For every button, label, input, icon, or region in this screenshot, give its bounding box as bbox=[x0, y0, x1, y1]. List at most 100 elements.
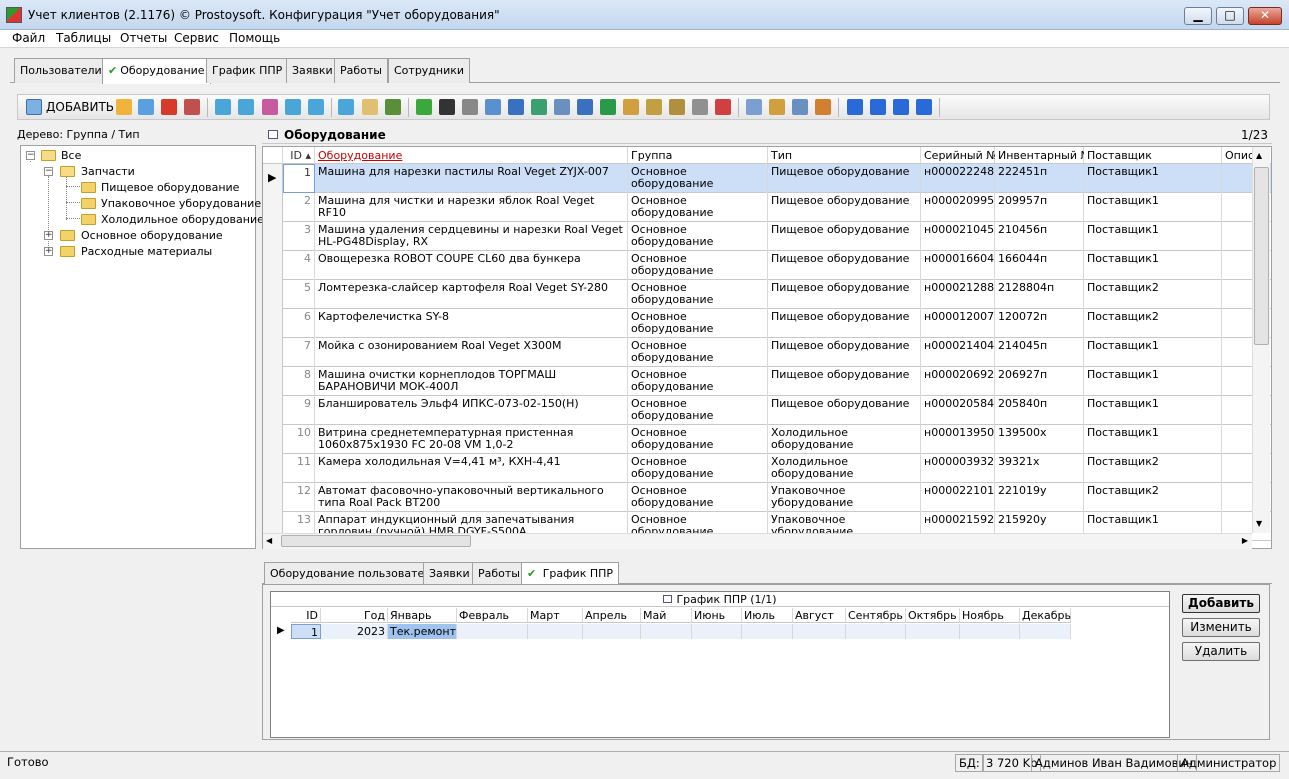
cell-group[interactable]: Основное оборудование bbox=[628, 483, 768, 512]
add-button-ppr[interactable]: Добавить bbox=[1182, 594, 1260, 613]
column-header-supplier[interactable]: Поставщик bbox=[1084, 147, 1222, 164]
row-indicator[interactable] bbox=[263, 425, 283, 454]
ppr-cell-month[interactable] bbox=[692, 624, 742, 639]
hscroll-thumb[interactable] bbox=[281, 535, 471, 547]
cell-id[interactable]: 5 bbox=[283, 280, 315, 309]
ppr-cell-month[interactable] bbox=[583, 624, 641, 639]
cell-inventory[interactable]: 205840п bbox=[995, 396, 1084, 425]
table-row[interactable]: 11 Камера холодильная V=4,41 м³, КХН-4,41… bbox=[263, 454, 1271, 483]
cell-supplier[interactable]: Поставщик1 bbox=[1084, 222, 1222, 251]
row-indicator[interactable]: ▶ bbox=[263, 164, 283, 193]
horizontal-scrollbar[interactable]: ◀ ▶ bbox=[263, 533, 1252, 549]
column-header-type[interactable]: Тип bbox=[768, 147, 921, 164]
cell-inventory[interactable]: 166044п bbox=[995, 251, 1084, 280]
export-csv-icon[interactable] bbox=[623, 99, 639, 115]
cell-supplier[interactable]: Поставщик1 bbox=[1084, 251, 1222, 280]
menu-service[interactable]: Сервис bbox=[174, 31, 219, 45]
group-icon[interactable] bbox=[362, 99, 378, 115]
export-word-icon[interactable] bbox=[508, 99, 524, 115]
filter-tree-icon[interactable] bbox=[338, 99, 354, 115]
column-header-inventory[interactable]: Инвентарный № bbox=[995, 147, 1092, 164]
export-excel-icon[interactable] bbox=[531, 99, 547, 115]
ppr-cell-year[interactable]: 2023 bbox=[321, 624, 388, 639]
export-xls-icon[interactable] bbox=[600, 99, 616, 115]
cell-supplier[interactable]: Поставщик2 bbox=[1084, 309, 1222, 338]
table-row[interactable]: 4 Овощерезка ROBOT COUPE CL60 два бункера… bbox=[263, 251, 1271, 280]
row-indicator[interactable] bbox=[263, 338, 283, 367]
tab-user-equipment[interactable]: Оборудование пользователя bbox=[264, 562, 444, 584]
cell-inventory[interactable]: 39321х bbox=[995, 454, 1084, 483]
cell-type[interactable]: Холодильное оборудование bbox=[768, 425, 921, 454]
refresh-icon[interactable] bbox=[416, 99, 432, 115]
ppr-column-header[interactable]: ID bbox=[291, 608, 321, 623]
cell-id[interactable]: 2 bbox=[283, 193, 315, 222]
cell-inventory[interactable]: 206927п bbox=[995, 367, 1084, 396]
tab-users[interactable]: Пользователи bbox=[14, 58, 108, 83]
menu-reports[interactable]: Отчеты bbox=[120, 31, 167, 45]
ppr-column-header[interactable]: Март bbox=[528, 608, 583, 623]
ppr-cell-month[interactable] bbox=[641, 624, 692, 639]
equipment-grid[interactable]: ID ▴ Оборудование Группа Тип Серийный № … bbox=[262, 146, 1272, 549]
cell-group[interactable]: Основное оборудование bbox=[628, 280, 768, 309]
sort-icon[interactable] bbox=[746, 99, 762, 115]
print-icon[interactable] bbox=[462, 99, 478, 115]
cell-group[interactable]: Основное оборудование bbox=[628, 309, 768, 338]
column-header-group[interactable]: Группа bbox=[628, 147, 768, 164]
table-row[interactable]: 7 Мойка с озонированием Roal Veget X300M О… bbox=[263, 338, 1271, 367]
last-record-icon[interactable] bbox=[916, 99, 932, 115]
cell-equipment[interactable]: Витрина среднетемпературная пристенная 1… bbox=[315, 425, 628, 454]
cell-serial[interactable]: н0000212880 bbox=[921, 280, 995, 309]
ppr-column-header[interactable]: Декабрь bbox=[1020, 608, 1071, 623]
cell-id[interactable]: 10 bbox=[283, 425, 315, 454]
ppr-cell-month[interactable] bbox=[457, 624, 528, 639]
cell-type[interactable]: Пищевое оборудование bbox=[768, 309, 921, 338]
ppr-column-header[interactable]: Май bbox=[641, 608, 692, 623]
cell-equipment[interactable]: Бланширователь Эльф4 ИПКС-073-02-150(Н) bbox=[315, 396, 628, 425]
ppr-cell-month[interactable] bbox=[846, 624, 906, 639]
ppr-column-header[interactable]: Сентябрь bbox=[846, 608, 906, 623]
collapse-icon[interactable]: − bbox=[26, 151, 35, 160]
row-indicator[interactable] bbox=[263, 309, 283, 338]
filter-clear-icon[interactable] bbox=[308, 99, 324, 115]
cell-type[interactable]: Пищевое оборудование bbox=[768, 280, 921, 309]
cell-id[interactable]: 4 bbox=[283, 251, 315, 280]
tree-item-fridge[interactable]: Холодильное оборудование bbox=[21, 212, 264, 228]
scroll-down-icon[interactable]: ▼ bbox=[1256, 519, 1262, 528]
grid-collapse-icon[interactable] bbox=[268, 130, 278, 139]
cell-supplier[interactable]: Поставщик1 bbox=[1084, 193, 1222, 222]
row-indicator[interactable] bbox=[263, 367, 283, 396]
expand-icon[interactable]: + bbox=[44, 231, 53, 240]
cell-equipment[interactable]: Камера холодильная V=4,41 м³, КХН-4,41 bbox=[315, 454, 628, 483]
ppr-cell-january[interactable]: Тек.ремонт bbox=[388, 624, 457, 639]
cell-serial[interactable]: н0000120072 bbox=[921, 309, 995, 338]
export-dbf-icon[interactable] bbox=[692, 99, 708, 115]
tree-item-food[interactable]: Пищевое оборудование bbox=[21, 180, 251, 196]
delete-icon[interactable] bbox=[161, 99, 177, 115]
ppr-column-header[interactable]: Октябрь bbox=[906, 608, 960, 623]
cell-serial[interactable]: н0000206927 bbox=[921, 367, 995, 396]
preview-icon[interactable] bbox=[485, 99, 501, 115]
row-indicator[interactable] bbox=[263, 280, 283, 309]
cell-equipment[interactable]: Машина для нарезки пастилы Roal Veget ZY… bbox=[315, 164, 628, 193]
delete-button-ppr[interactable]: Удалить bbox=[1182, 642, 1260, 661]
tab-equipment[interactable]: ✔ Оборудование bbox=[102, 58, 211, 84]
column-header-id[interactable]: ID ▴ bbox=[283, 147, 315, 164]
collapse-icon[interactable]: − bbox=[44, 167, 53, 176]
table-row[interactable]: 8 Машина очистки корнеплодов ТОРГМАШ БАРА… bbox=[263, 367, 1271, 396]
cell-id[interactable]: 8 bbox=[283, 367, 315, 396]
cell-equipment[interactable]: Автомат фасовочно-упаковочный вертикальн… bbox=[315, 483, 628, 512]
tab-ppr-schedule[interactable]: График ППР bbox=[206, 58, 289, 83]
cell-serial[interactable]: н0000205840 bbox=[921, 396, 995, 425]
tab-detail-requests[interactable]: Заявки bbox=[423, 562, 476, 584]
chart-icon[interactable] bbox=[715, 99, 731, 115]
tree-item-packing[interactable]: Упаковочное уборудование bbox=[21, 196, 261, 212]
close-button[interactable]: ✕ bbox=[1248, 7, 1282, 25]
cell-supplier[interactable]: Поставщик1 bbox=[1084, 338, 1222, 367]
table-row[interactable]: 12 Автомат фасовочно-упаковочный вертикал… bbox=[263, 483, 1271, 512]
ppr-column-header[interactable]: Год bbox=[321, 608, 388, 623]
cell-group[interactable]: Основное оборудование bbox=[628, 425, 768, 454]
ppr-cell-id[interactable]: 1 bbox=[291, 624, 321, 639]
column-header-equipment[interactable]: Оборудование bbox=[315, 147, 628, 164]
row-indicator[interactable] bbox=[263, 193, 283, 222]
column-header-serial[interactable]: Серийный № bbox=[921, 147, 998, 164]
